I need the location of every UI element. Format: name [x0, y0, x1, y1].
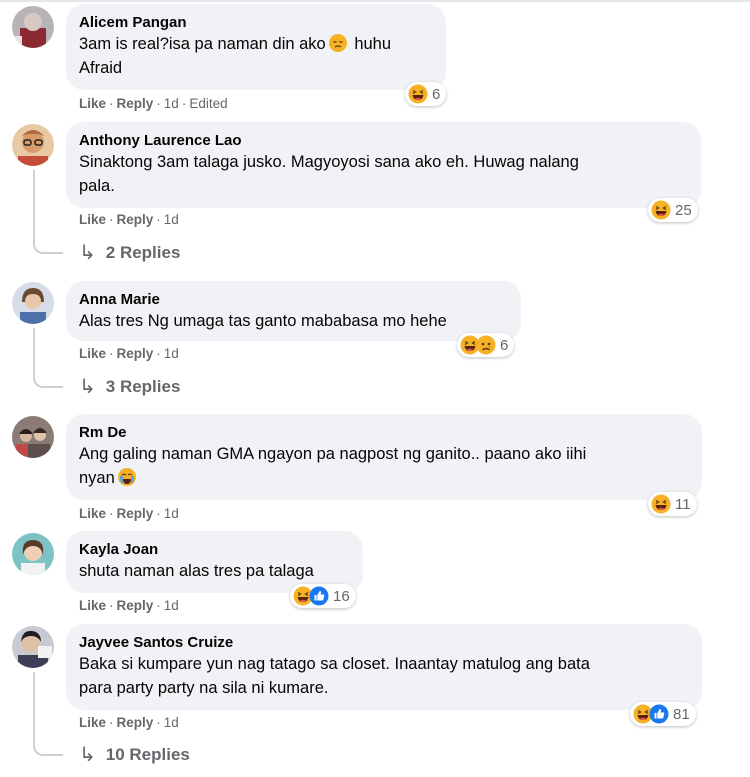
comment-text: Baka si kumpare yun nag tatago sa closet…	[79, 652, 688, 700]
comment-bubble: Rm De Ang galing naman GMA ngayon pa nag…	[66, 414, 702, 500]
comment-text: 3am is real?isa pa naman din ako huhu Af…	[79, 32, 432, 80]
comment-time[interactable]: 1d	[164, 346, 179, 361]
thread-line	[33, 170, 63, 254]
reaction-count: 6	[500, 336, 509, 354]
crying-icon	[117, 468, 136, 486]
avatar[interactable]	[12, 533, 54, 575]
reaction-summary[interactable]: 11	[648, 492, 697, 516]
comment-author[interactable]: Rm De	[79, 423, 688, 442]
comment-actions: Like · Reply · 1d	[79, 346, 179, 361]
comment-text: Ang galing naman GMA ngayon pa nagpost n…	[79, 442, 688, 490]
comment-actions: Like · Reply · 1d	[79, 506, 179, 521]
reaction-count: 81	[673, 705, 690, 723]
comment-text-line: Afraid	[79, 59, 123, 77]
haha-icon	[651, 200, 671, 220]
comment-bubble: Alicem Pangan 3am is real?isa pa naman d…	[66, 4, 446, 90]
like-icon	[309, 586, 329, 606]
comment-text-line: 3am is real?isa pa naman din ako	[79, 35, 326, 53]
comment-author[interactable]: Alicem Pangan	[79, 13, 432, 32]
comment-bubble: Anthony Laurence Lao Sinaktong 3am talag…	[66, 122, 701, 208]
reaction-summary[interactable]: 81	[630, 702, 696, 726]
comment-author[interactable]: Kayla Joan	[79, 540, 349, 559]
avatar[interactable]	[12, 282, 54, 324]
comment-time[interactable]: 1d	[164, 715, 179, 730]
reply-arrow-icon: ↳	[79, 744, 96, 766]
haha-icon	[408, 84, 428, 104]
reply-link[interactable]: Reply	[117, 212, 154, 227]
comment-author[interactable]: Anna Marie	[79, 290, 507, 309]
comment-actions: Like · Reply · 1d · Edited	[79, 96, 228, 111]
comment-text-line: nyan	[79, 469, 115, 487]
reply-link[interactable]: Reply	[117, 506, 154, 521]
comment-text: Alas tres Ng umaga tas ganto mababasa mo…	[79, 309, 507, 333]
like-link[interactable]: Like	[79, 715, 106, 730]
reaction-count: 11	[675, 495, 691, 513]
reaction-count: 16	[333, 587, 350, 605]
comment-time[interactable]: 1d	[164, 96, 179, 111]
reaction-count: 25	[675, 201, 692, 219]
view-replies-button[interactable]: ↳ 10 Replies	[79, 745, 190, 765]
comment-time[interactable]: 1d	[164, 506, 179, 521]
reply-link[interactable]: Reply	[117, 715, 154, 730]
haha-icon	[651, 494, 671, 514]
reaction-count: 6	[432, 85, 441, 103]
edited-label[interactable]: Edited	[189, 96, 227, 111]
reaction-summary[interactable]: 6	[457, 333, 515, 357]
reaction-summary[interactable]: 16	[290, 584, 356, 608]
sad-icon	[476, 335, 496, 355]
reaction-summary[interactable]: 25	[648, 198, 698, 222]
replies-label: 10 Replies	[105, 745, 190, 764]
like-link[interactable]: Like	[79, 212, 106, 227]
comment-text: Sinaktong 3am talaga jusko. Magyoyosi sa…	[79, 150, 687, 198]
avatar[interactable]	[12, 416, 54, 458]
view-replies-button[interactable]: ↳ 2 Replies	[79, 243, 180, 263]
replies-label: 3 Replies	[105, 377, 181, 396]
comment-text-line: Alas tres Ng umaga tas ganto mababasa mo…	[79, 312, 447, 330]
comment-text-line: para party party na sila ni kumare.	[79, 679, 329, 697]
comment-text-line: pala.	[79, 177, 115, 195]
avatar[interactable]	[12, 6, 54, 48]
thread-line	[33, 672, 63, 756]
like-link[interactable]: Like	[79, 598, 106, 613]
comment-text-line: huhu	[349, 35, 392, 53]
comment-text: shuta naman alas tres pa talaga	[79, 559, 349, 583]
avatar[interactable]	[12, 124, 54, 166]
comment-time[interactable]: 1d	[164, 212, 179, 227]
reply-link[interactable]: Reply	[117, 346, 154, 361]
comment-text-line: Ang galing naman GMA ngayon pa nagpost n…	[79, 445, 587, 463]
reply-arrow-icon: ↳	[79, 376, 96, 398]
sad-face-icon	[328, 34, 347, 52]
comment-time[interactable]: 1d	[164, 598, 179, 613]
comment-actions: Like · Reply · 1d	[79, 715, 179, 730]
reply-link[interactable]: Reply	[117, 96, 154, 111]
comment-author[interactable]: Anthony Laurence Lao	[79, 131, 687, 150]
thread-line	[33, 328, 63, 388]
comment-author[interactable]: Jayvee Santos Cruize	[79, 633, 688, 652]
comment-bubble: Jayvee Santos Cruize Baka si kumpare yun…	[66, 624, 702, 710]
top-divider	[0, 0, 750, 2]
comment-text-line: shuta naman alas tres pa talaga	[79, 562, 314, 580]
replies-label: 2 Replies	[105, 243, 181, 262]
view-replies-button[interactable]: ↳ 3 Replies	[79, 377, 180, 397]
reply-arrow-icon: ↳	[79, 242, 96, 264]
comment-actions: Like · Reply · 1d	[79, 598, 179, 613]
comment-text-line: Baka si kumpare yun nag tatago sa closet…	[79, 655, 590, 673]
comment-actions: Like · Reply · 1d	[79, 212, 179, 227]
like-icon	[649, 704, 669, 724]
comment-text-line: Sinaktong 3am talaga jusko. Magyoyosi sa…	[79, 153, 579, 171]
avatar[interactable]	[12, 626, 54, 668]
reply-link[interactable]: Reply	[117, 598, 154, 613]
reaction-summary[interactable]: 6	[405, 82, 447, 106]
like-link[interactable]: Like	[79, 96, 106, 111]
like-link[interactable]: Like	[79, 346, 106, 361]
like-link[interactable]: Like	[79, 506, 106, 521]
comment-bubble: Anna Marie Alas tres Ng umaga tas ganto …	[66, 281, 521, 341]
